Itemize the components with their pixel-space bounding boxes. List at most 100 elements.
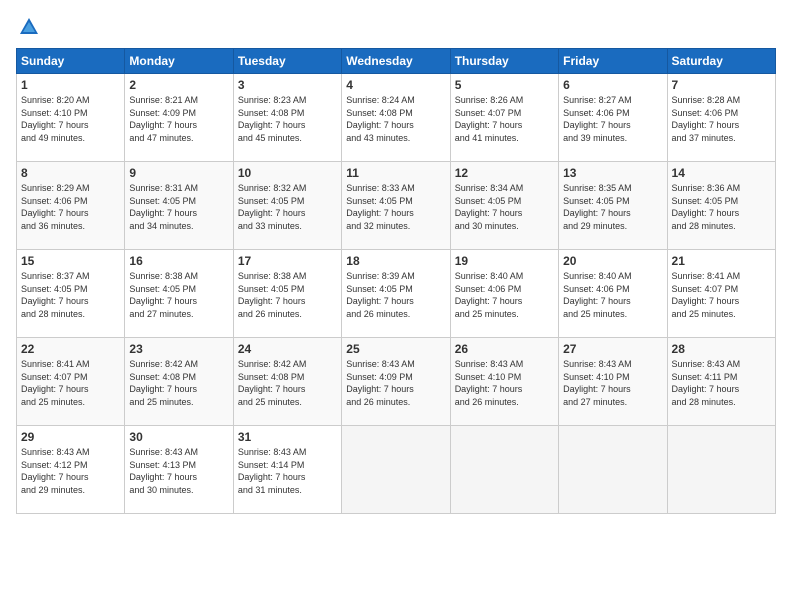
day-number: 25 xyxy=(346,342,445,356)
day-number: 28 xyxy=(672,342,771,356)
day-number: 22 xyxy=(21,342,120,356)
day-number: 8 xyxy=(21,166,120,180)
calendar-week-2: 8 Sunrise: 8:29 AM Sunset: 4:06 PM Dayli… xyxy=(17,162,776,250)
day-info: Sunrise: 8:35 AM Sunset: 4:05 PM Dayligh… xyxy=(563,182,662,232)
table-row: 5 Sunrise: 8:26 AM Sunset: 4:07 PM Dayli… xyxy=(450,74,558,162)
page: Sunday Monday Tuesday Wednesday Thursday… xyxy=(0,0,792,612)
table-row: 2 Sunrise: 8:21 AM Sunset: 4:09 PM Dayli… xyxy=(125,74,233,162)
table-row: 15 Sunrise: 8:37 AM Sunset: 4:05 PM Dayl… xyxy=(17,250,125,338)
day-info: Sunrise: 8:37 AM Sunset: 4:05 PM Dayligh… xyxy=(21,270,120,320)
col-wednesday: Wednesday xyxy=(342,49,450,74)
table-row: 25 Sunrise: 8:43 AM Sunset: 4:09 PM Dayl… xyxy=(342,338,450,426)
day-number: 12 xyxy=(455,166,554,180)
table-row: 4 Sunrise: 8:24 AM Sunset: 4:08 PM Dayli… xyxy=(342,74,450,162)
day-number: 27 xyxy=(563,342,662,356)
day-info: Sunrise: 8:38 AM Sunset: 4:05 PM Dayligh… xyxy=(129,270,228,320)
calendar-header-row: Sunday Monday Tuesday Wednesday Thursday… xyxy=(17,49,776,74)
col-monday: Monday xyxy=(125,49,233,74)
table-row: 8 Sunrise: 8:29 AM Sunset: 4:06 PM Dayli… xyxy=(17,162,125,250)
day-info: Sunrise: 8:31 AM Sunset: 4:05 PM Dayligh… xyxy=(129,182,228,232)
day-info: Sunrise: 8:32 AM Sunset: 4:05 PM Dayligh… xyxy=(238,182,337,232)
table-row: 22 Sunrise: 8:41 AM Sunset: 4:07 PM Dayl… xyxy=(17,338,125,426)
table-row xyxy=(450,426,558,514)
day-number: 11 xyxy=(346,166,445,180)
day-number: 29 xyxy=(21,430,120,444)
col-tuesday: Tuesday xyxy=(233,49,341,74)
day-info: Sunrise: 8:40 AM Sunset: 4:06 PM Dayligh… xyxy=(563,270,662,320)
day-number: 17 xyxy=(238,254,337,268)
table-row: 16 Sunrise: 8:38 AM Sunset: 4:05 PM Dayl… xyxy=(125,250,233,338)
day-number: 24 xyxy=(238,342,337,356)
day-info: Sunrise: 8:42 AM Sunset: 4:08 PM Dayligh… xyxy=(129,358,228,408)
day-number: 3 xyxy=(238,78,337,92)
day-info: Sunrise: 8:29 AM Sunset: 4:06 PM Dayligh… xyxy=(21,182,120,232)
day-info: Sunrise: 8:33 AM Sunset: 4:05 PM Dayligh… xyxy=(346,182,445,232)
logo-icon xyxy=(18,16,40,38)
day-number: 31 xyxy=(238,430,337,444)
table-row: 11 Sunrise: 8:33 AM Sunset: 4:05 PM Dayl… xyxy=(342,162,450,250)
logo xyxy=(16,16,40,38)
day-info: Sunrise: 8:43 AM Sunset: 4:09 PM Dayligh… xyxy=(346,358,445,408)
col-saturday: Saturday xyxy=(667,49,775,74)
table-row: 6 Sunrise: 8:27 AM Sunset: 4:06 PM Dayli… xyxy=(559,74,667,162)
day-info: Sunrise: 8:43 AM Sunset: 4:12 PM Dayligh… xyxy=(21,446,120,496)
table-row: 10 Sunrise: 8:32 AM Sunset: 4:05 PM Dayl… xyxy=(233,162,341,250)
col-thursday: Thursday xyxy=(450,49,558,74)
day-info: Sunrise: 8:24 AM Sunset: 4:08 PM Dayligh… xyxy=(346,94,445,144)
table-row xyxy=(667,426,775,514)
day-number: 7 xyxy=(672,78,771,92)
table-row: 12 Sunrise: 8:34 AM Sunset: 4:05 PM Dayl… xyxy=(450,162,558,250)
day-number: 20 xyxy=(563,254,662,268)
day-info: Sunrise: 8:41 AM Sunset: 4:07 PM Dayligh… xyxy=(21,358,120,408)
table-row: 21 Sunrise: 8:41 AM Sunset: 4:07 PM Dayl… xyxy=(667,250,775,338)
day-info: Sunrise: 8:39 AM Sunset: 4:05 PM Dayligh… xyxy=(346,270,445,320)
day-info: Sunrise: 8:43 AM Sunset: 4:10 PM Dayligh… xyxy=(563,358,662,408)
day-info: Sunrise: 8:41 AM Sunset: 4:07 PM Dayligh… xyxy=(672,270,771,320)
day-info: Sunrise: 8:40 AM Sunset: 4:06 PM Dayligh… xyxy=(455,270,554,320)
day-number: 4 xyxy=(346,78,445,92)
day-number: 9 xyxy=(129,166,228,180)
calendar-table: Sunday Monday Tuesday Wednesday Thursday… xyxy=(16,48,776,514)
table-row: 26 Sunrise: 8:43 AM Sunset: 4:10 PM Dayl… xyxy=(450,338,558,426)
day-info: Sunrise: 8:27 AM Sunset: 4:06 PM Dayligh… xyxy=(563,94,662,144)
table-row xyxy=(342,426,450,514)
day-info: Sunrise: 8:20 AM Sunset: 4:10 PM Dayligh… xyxy=(21,94,120,144)
table-row: 1 Sunrise: 8:20 AM Sunset: 4:10 PM Dayli… xyxy=(17,74,125,162)
day-info: Sunrise: 8:42 AM Sunset: 4:08 PM Dayligh… xyxy=(238,358,337,408)
header xyxy=(16,16,776,38)
table-row: 13 Sunrise: 8:35 AM Sunset: 4:05 PM Dayl… xyxy=(559,162,667,250)
day-info: Sunrise: 8:36 AM Sunset: 4:05 PM Dayligh… xyxy=(672,182,771,232)
day-number: 15 xyxy=(21,254,120,268)
calendar-week-4: 22 Sunrise: 8:41 AM Sunset: 4:07 PM Dayl… xyxy=(17,338,776,426)
day-info: Sunrise: 8:28 AM Sunset: 4:06 PM Dayligh… xyxy=(672,94,771,144)
table-row xyxy=(559,426,667,514)
day-number: 2 xyxy=(129,78,228,92)
table-row: 19 Sunrise: 8:40 AM Sunset: 4:06 PM Dayl… xyxy=(450,250,558,338)
table-row: 27 Sunrise: 8:43 AM Sunset: 4:10 PM Dayl… xyxy=(559,338,667,426)
table-row: 9 Sunrise: 8:31 AM Sunset: 4:05 PM Dayli… xyxy=(125,162,233,250)
day-number: 16 xyxy=(129,254,228,268)
table-row: 18 Sunrise: 8:39 AM Sunset: 4:05 PM Dayl… xyxy=(342,250,450,338)
day-info: Sunrise: 8:23 AM Sunset: 4:08 PM Dayligh… xyxy=(238,94,337,144)
day-info: Sunrise: 8:43 AM Sunset: 4:13 PM Dayligh… xyxy=(129,446,228,496)
col-friday: Friday xyxy=(559,49,667,74)
table-row: 23 Sunrise: 8:42 AM Sunset: 4:08 PM Dayl… xyxy=(125,338,233,426)
day-number: 19 xyxy=(455,254,554,268)
table-row: 30 Sunrise: 8:43 AM Sunset: 4:13 PM Dayl… xyxy=(125,426,233,514)
day-number: 13 xyxy=(563,166,662,180)
calendar-week-1: 1 Sunrise: 8:20 AM Sunset: 4:10 PM Dayli… xyxy=(17,74,776,162)
day-info: Sunrise: 8:34 AM Sunset: 4:05 PM Dayligh… xyxy=(455,182,554,232)
day-number: 10 xyxy=(238,166,337,180)
day-info: Sunrise: 8:43 AM Sunset: 4:11 PM Dayligh… xyxy=(672,358,771,408)
day-number: 26 xyxy=(455,342,554,356)
day-info: Sunrise: 8:43 AM Sunset: 4:10 PM Dayligh… xyxy=(455,358,554,408)
table-row: 3 Sunrise: 8:23 AM Sunset: 4:08 PM Dayli… xyxy=(233,74,341,162)
day-number: 18 xyxy=(346,254,445,268)
table-row: 20 Sunrise: 8:40 AM Sunset: 4:06 PM Dayl… xyxy=(559,250,667,338)
day-info: Sunrise: 8:38 AM Sunset: 4:05 PM Dayligh… xyxy=(238,270,337,320)
calendar-week-5: 29 Sunrise: 8:43 AM Sunset: 4:12 PM Dayl… xyxy=(17,426,776,514)
table-row: 7 Sunrise: 8:28 AM Sunset: 4:06 PM Dayli… xyxy=(667,74,775,162)
col-sunday: Sunday xyxy=(17,49,125,74)
day-info: Sunrise: 8:26 AM Sunset: 4:07 PM Dayligh… xyxy=(455,94,554,144)
day-number: 23 xyxy=(129,342,228,356)
